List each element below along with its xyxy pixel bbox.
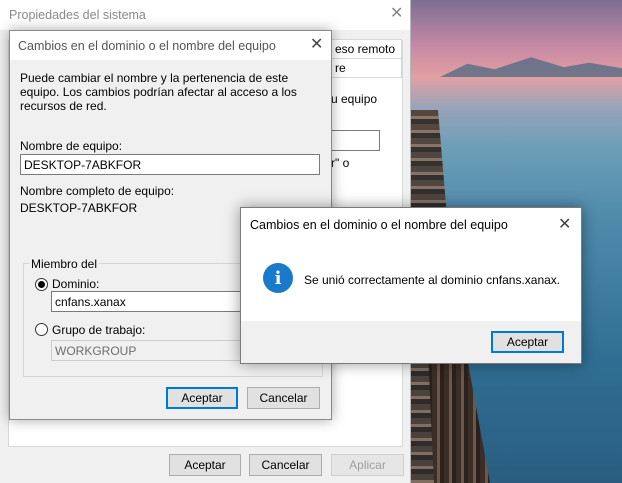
close-icon[interactable]: ✕	[558, 217, 571, 233]
system-properties-title: Propiedades del sistema	[9, 8, 146, 22]
dialog-description: Puede cambiar el nombre y la pertenencia…	[20, 71, 297, 113]
close-icon[interactable]: ✕	[310, 37, 323, 53]
membership-group-title: Miembro del	[29, 257, 100, 271]
full-name-value: DESKTOP-7ABKFOR	[20, 201, 138, 215]
message-box-footer: Aceptar	[241, 321, 581, 363]
back-field[interactable]	[331, 130, 380, 151]
dialog-cancel-button[interactable]: Cancelar	[247, 387, 320, 409]
full-name-label: Nombre completo de equipo:	[20, 184, 175, 198]
workgroup-radio-label[interactable]: Grupo de trabajo:	[52, 323, 145, 337]
domain-dialog-titlebar: Cambios en el dominio o el nombre del eq…	[10, 31, 331, 60]
back-text-fragment-2: r" o	[331, 156, 350, 170]
computer-name-input[interactable]	[20, 154, 320, 175]
domain-radio-label[interactable]: Dominio:	[52, 277, 99, 291]
workgroup-radio[interactable]	[35, 323, 48, 336]
message-box-title: Cambios en el dominio o el nombre del eq…	[250, 218, 508, 232]
tab-remote[interactable]: eso remoto	[330, 39, 402, 59]
system-properties-titlebar: Propiedades del sistema	[0, 0, 410, 30]
close-icon[interactable]: ✕	[390, 6, 403, 22]
dialog-ok-button[interactable]: Aceptar	[166, 387, 238, 409]
success-message-box: Cambios en el dominio o el nombre del eq…	[240, 207, 582, 364]
cancel-button[interactable]: Cancelar	[249, 454, 322, 476]
ok-button[interactable]: Aceptar	[169, 454, 241, 476]
apply-button[interactable]: Aplicar	[331, 454, 404, 476]
back-text-fragment: u equipo	[331, 92, 378, 106]
info-icon: i	[263, 263, 293, 293]
domain-radio[interactable]	[35, 278, 48, 291]
message-ok-button[interactable]: Aceptar	[491, 331, 564, 353]
success-message: Se unió correctamente al dominio cnfans.…	[304, 273, 561, 287]
computer-name-label: Nombre de equipo:	[20, 139, 123, 153]
domain-dialog-title: Cambios en el dominio o el nombre del eq…	[18, 38, 276, 53]
tab-hardware[interactable]: re	[330, 58, 402, 78]
